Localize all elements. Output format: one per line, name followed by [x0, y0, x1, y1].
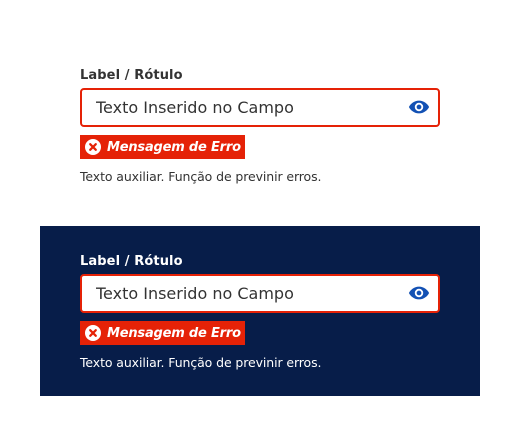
dark-variant-panel: Label / Rótulo Mensagem de Erro Texto au… [40, 226, 480, 396]
input-box-error[interactable] [80, 88, 440, 127]
field-label: Label / Rótulo [80, 254, 183, 269]
error-circle-x-icon [85, 139, 101, 155]
error-message: Mensagem de Erro [80, 135, 245, 159]
eye-icon[interactable] [408, 98, 430, 116]
helper-text: Texto auxiliar. Função de previnir erros… [80, 169, 322, 184]
input-box-error[interactable] [80, 274, 440, 313]
text-field-light: Label / Rótulo Mensagem de Erro Texto au… [80, 67, 440, 184]
helper-text: Texto auxiliar. Função de previnir erros… [80, 355, 322, 370]
text-input[interactable] [82, 90, 392, 125]
error-message: Mensagem de Erro [80, 321, 245, 345]
error-circle-x-icon [85, 325, 101, 341]
eye-icon[interactable] [408, 284, 430, 302]
text-field-showcase: Label / Rótulo Mensagem de Erro Texto au… [0, 0, 520, 436]
error-message-text: Mensagem de Erro [107, 325, 241, 341]
field-label: Label / Rótulo [80, 68, 183, 83]
text-input[interactable] [82, 276, 392, 311]
text-field-dark: Label / Rótulo Mensagem de Erro Texto au… [80, 253, 440, 370]
light-variant-panel: Label / Rótulo Mensagem de Erro Texto au… [40, 40, 480, 210]
error-message-text: Mensagem de Erro [107, 139, 241, 155]
